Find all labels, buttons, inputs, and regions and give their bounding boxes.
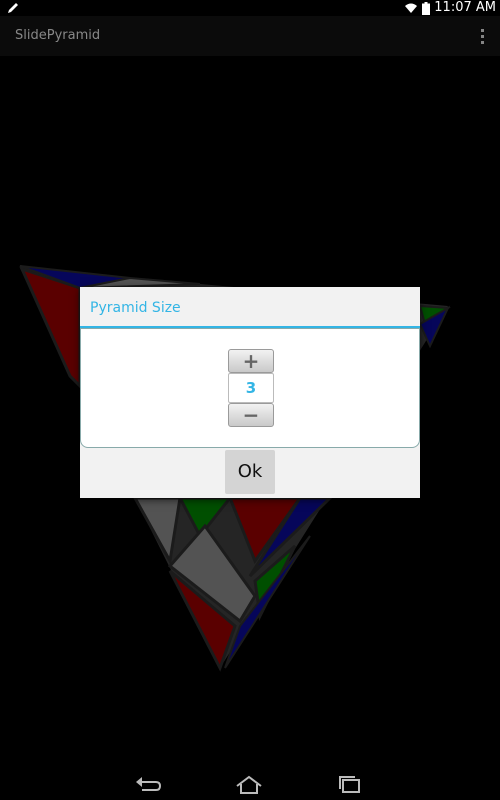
decrement-button[interactable]: − [228,403,274,427]
size-number-picker[interactable]: + 3 − [228,349,274,427]
back-icon[interactable] [128,774,168,796]
increment-button[interactable]: + [228,349,274,373]
dialog-content: + 3 − [80,328,420,448]
recent-apps-icon[interactable] [330,774,370,796]
ok-button[interactable]: Ok [225,450,275,494]
wifi-icon [405,3,418,13]
dialog-title: Pyramid Size [90,300,181,316]
pyramid-size-dialog: Pyramid Size + 3 − Ok [80,287,420,498]
status-bar: 11:07 AM [0,0,500,16]
home-icon[interactable] [229,774,269,796]
battery-icon [422,1,431,15]
navigation-bar [0,770,500,800]
picker-value[interactable]: 3 [228,373,274,403]
status-time: 11:07 AM [434,0,496,15]
pencil-icon [8,3,18,13]
